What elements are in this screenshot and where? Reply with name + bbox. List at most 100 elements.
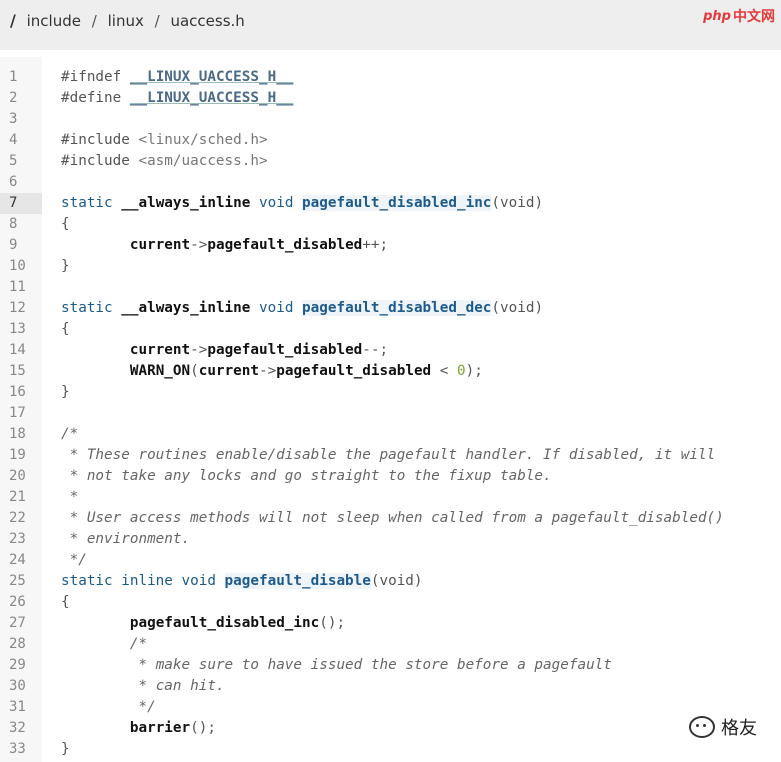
code-token: );	[465, 363, 483, 379]
code-token[interactable]: pagefault_disabled	[207, 237, 362, 253]
line-number[interactable]: 8	[0, 214, 42, 235]
code-token[interactable]: pagefault_disabled	[276, 363, 431, 379]
line-number[interactable]: 5	[0, 151, 42, 172]
code-token[interactable]: current	[130, 342, 190, 358]
code-line: 31 */	[0, 697, 781, 718]
line-number[interactable]: 31	[0, 697, 42, 718]
code-token[interactable]: __LINUX_UACCESS_H__	[130, 69, 294, 85]
code-token: ();	[319, 615, 346, 631]
line-number[interactable]: 13	[0, 319, 42, 340]
code-token: * make sure to have issued the store bef…	[129, 657, 612, 673]
code-text: #include <linux/sched.h>	[61, 130, 268, 151]
line-number[interactable]: 4	[0, 130, 42, 151]
watermark-php-logo: php 中文网	[703, 6, 775, 26]
code-token: /*	[61, 426, 79, 442]
code-line: 33}	[0, 739, 781, 760]
code-text: * User access methods will not sleep whe…	[61, 508, 724, 529]
line-number[interactable]: 30	[0, 676, 42, 697]
watermark-cn-text: 中文网	[733, 9, 775, 25]
line-number[interactable]: 21	[0, 487, 42, 508]
breadcrumb-root[interactable]: /	[10, 11, 16, 30]
line-number[interactable]: 27	[0, 613, 42, 634]
code-text: static inline void pagefault_disable(voi…	[61, 571, 423, 592]
code-line: 28 /*	[0, 634, 781, 655]
code-token[interactable]: pagefault_disabled_inc	[130, 615, 319, 631]
line-number[interactable]: 28	[0, 634, 42, 655]
code-line: 15 WARN_ON(current->pagefault_disabled <…	[0, 361, 781, 382]
line-number[interactable]: 6	[0, 172, 42, 193]
line-number[interactable]: 3	[0, 109, 42, 130]
line-number[interactable]: 12	[0, 298, 42, 319]
code-text: /*	[61, 424, 78, 445]
code-token[interactable]: WARN_ON	[130, 363, 190, 379]
code-token: }	[61, 741, 70, 757]
code-line: 8{	[0, 214, 781, 235]
breadcrumb-item-linux[interactable]: linux	[108, 12, 144, 30]
line-number[interactable]: 16	[0, 382, 42, 403]
code-text: #ifndef __LINUX_UACCESS_H__	[61, 67, 293, 88]
line-number[interactable]: 15	[0, 361, 42, 382]
code-line: 32 barrier();	[0, 718, 781, 739]
function-name-link[interactable]: pagefault_disabled_inc	[302, 195, 492, 211]
code-token[interactable]: __always_inline	[121, 195, 250, 211]
code-text: current->pagefault_disabled--;	[61, 340, 388, 361]
breadcrumb-item-include[interactable]: include	[27, 12, 81, 30]
code-token: {	[61, 321, 70, 337]
code-token: ->	[190, 237, 208, 253]
line-number[interactable]: 18	[0, 424, 42, 445]
code-token: * User access methods will not sleep whe…	[61, 510, 724, 526]
line-number[interactable]: 33	[0, 739, 42, 760]
code-token: --;	[362, 342, 389, 358]
line-number[interactable]: 26	[0, 592, 42, 613]
line-number[interactable]: 10	[0, 256, 42, 277]
code-token: static	[61, 195, 122, 211]
line-number[interactable]: 19	[0, 445, 42, 466]
code-token[interactable]: current	[130, 237, 190, 253]
code-line: 14 current->pagefault_disabled--;	[0, 340, 781, 361]
line-number[interactable]: 23	[0, 529, 42, 550]
code-view: 1 #ifndef __LINUX_UACCESS_H__ 2 #define __L…	[0, 57, 781, 762]
code-token: * environment.	[61, 531, 191, 547]
line-number[interactable]: 14	[0, 340, 42, 361]
code-token: }	[61, 384, 70, 400]
line-number[interactable]: 20	[0, 466, 42, 487]
line-number[interactable]: 2	[0, 88, 42, 109]
line-number[interactable]: 7	[0, 193, 42, 214]
line-number[interactable]: 11	[0, 277, 42, 298]
line-number[interactable]: 24	[0, 550, 42, 571]
code-line: 4 #include <linux/sched.h>	[0, 130, 781, 151]
line-number[interactable]: 32	[0, 718, 42, 739]
code-text: *	[61, 487, 79, 508]
code-token[interactable]: barrier	[130, 720, 190, 736]
line-number[interactable]: 17	[0, 403, 42, 424]
code-token[interactable]: current	[199, 363, 259, 379]
code-text: {	[61, 319, 70, 340]
code-token[interactable]: pagefault_disabled	[207, 342, 362, 358]
line-number[interactable]: 22	[0, 508, 42, 529]
code-text: static __always_inline void pagefault_di…	[61, 298, 543, 319]
code-token[interactable]: __always_inline	[121, 300, 250, 316]
code-text: WARN_ON(current->pagefault_disabled < 0)…	[61, 361, 483, 382]
line-number[interactable]: 1	[0, 67, 42, 88]
function-name-link[interactable]: pagefault_disable	[224, 573, 371, 589]
function-name-link[interactable]: pagefault_disabled_dec	[302, 300, 492, 316]
code-text: }	[61, 382, 70, 403]
code-line: 11	[0, 277, 781, 298]
wechat-icon	[689, 716, 715, 738]
code-line: 5 #include <asm/uaccess.h>	[0, 151, 781, 172]
code-token: * not take any locks and go straight to …	[61, 468, 552, 484]
code-token[interactable]: __LINUX_UACCESS_H__	[130, 90, 294, 106]
code-text: barrier();	[61, 718, 216, 739]
line-number[interactable]: 9	[0, 235, 42, 256]
breadcrumb: / include / linux / uaccess.h	[10, 11, 245, 30]
code-line: 7 static __always_inline void pagefault_d…	[0, 193, 781, 214]
code-text: * not take any locks and go straight to …	[61, 466, 552, 487]
line-number[interactable]: 25	[0, 571, 42, 592]
watermark-wechat: 格友	[689, 714, 757, 740]
line-number[interactable]: 29	[0, 655, 42, 676]
